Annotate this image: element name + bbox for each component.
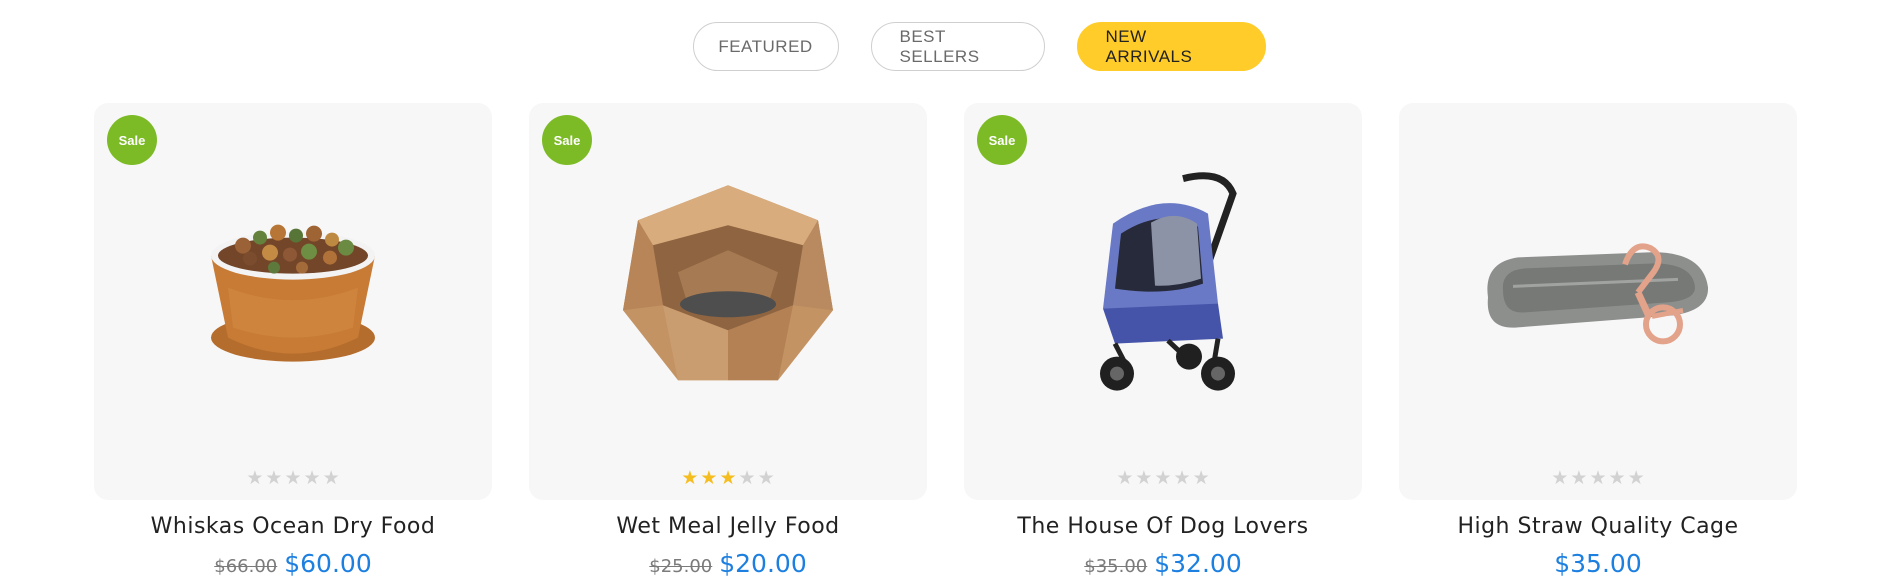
pet-stroller-image [1100, 171, 1237, 391]
original-price: $25.00 [649, 556, 713, 577]
sale-badge: Sale [107, 115, 157, 165]
dog-leash-image [1487, 242, 1709, 344]
price-row: $25.00 $20.00 [649, 549, 806, 578]
rating-stars: ★ ★ ★ ★ ★ [964, 469, 1362, 488]
product-tabs: FEATURED BEST SELLERS NEW ARRIVALS [0, 22, 1888, 71]
product-grid: Sale ★ ★ ★ ★ ★ Whiskas Ocean Dry Food $6… [94, 103, 1797, 578]
tab-best-sellers[interactable]: BEST SELLERS [870, 22, 1045, 71]
tab-featured[interactable]: FEATURED [692, 22, 839, 71]
empty-star-icon: ★ [1135, 468, 1153, 489]
product-card: ★ ★ ★ ★ ★ High Straw Quality Cage $35.00 [1399, 103, 1797, 578]
original-price: $66.00 [214, 556, 278, 577]
sale-badge: Sale [977, 115, 1027, 165]
empty-star-icon: ★ [1173, 468, 1191, 489]
empty-star-icon: ★ [1627, 468, 1645, 489]
product-card: Sale ★ ★ ★ ★ ★ Whiskas Ocean Dry Food $6… [94, 103, 492, 578]
sale-price: $20.00 [719, 549, 807, 578]
original-price: $35.00 [1084, 556, 1148, 577]
product-title[interactable]: Whiskas Ocean Dry Food [151, 514, 436, 539]
empty-star-icon: ★ [1551, 468, 1569, 489]
empty-star-icon: ★ [1608, 468, 1626, 489]
product-image-link[interactable]: Sale ★ ★ ★ ★ ★ [964, 103, 1362, 500]
empty-star-icon: ★ [1154, 468, 1172, 489]
price-row: $66.00 $60.00 [214, 549, 371, 578]
price: $35.00 [1554, 549, 1642, 578]
rating-stars: ★ ★ ★ ★ ★ [529, 469, 927, 488]
price-row: $35.00 $32.00 [1084, 549, 1241, 578]
product-title[interactable]: The House Of Dog Lovers [1017, 514, 1308, 539]
pet-food-bowl-image [211, 224, 375, 362]
tab-new-arrivals[interactable]: NEW ARRIVALS [1076, 22, 1266, 71]
product-image-link[interactable]: ★ ★ ★ ★ ★ [1399, 103, 1797, 500]
empty-star-icon: ★ [1570, 468, 1588, 489]
filled-star-icon: ★ [700, 468, 718, 489]
sale-badge: Sale [542, 115, 592, 165]
sale-price: $32.00 [1154, 549, 1242, 578]
empty-star-icon: ★ [303, 468, 321, 489]
rating-stars: ★ ★ ★ ★ ★ [94, 469, 492, 488]
empty-star-icon: ★ [284, 468, 302, 489]
rating-stars: ★ ★ ★ ★ ★ [1399, 469, 1797, 488]
filled-star-icon: ★ [719, 468, 737, 489]
sale-price: $60.00 [284, 549, 372, 578]
product-image-link[interactable]: Sale ★ ★ ★ ★ ★ [94, 103, 492, 500]
empty-star-icon: ★ [738, 468, 756, 489]
wooden-pet-bed-image [623, 184, 833, 380]
product-card: Sale ★ ★ ★ ★ ★ Wet Meal Jelly Food $25.00 $2… [529, 103, 927, 578]
empty-star-icon: ★ [322, 468, 340, 489]
product-card: Sale ★ ★ ★ ★ ★ The House Of Dog Lovers $35.0… [964, 103, 1362, 578]
empty-star-icon: ★ [246, 468, 264, 489]
empty-star-icon: ★ [1192, 468, 1210, 489]
product-title[interactable]: Wet Meal Jelly Food [616, 514, 839, 539]
empty-star-icon: ★ [757, 468, 775, 489]
product-image-link[interactable]: Sale ★ ★ ★ ★ ★ [529, 103, 927, 500]
filled-star-icon: ★ [681, 468, 699, 489]
empty-star-icon: ★ [265, 468, 283, 489]
price-row: $35.00 [1554, 549, 1641, 578]
empty-star-icon: ★ [1116, 468, 1134, 489]
empty-star-icon: ★ [1589, 468, 1607, 489]
product-title[interactable]: High Straw Quality Cage [1457, 514, 1738, 539]
